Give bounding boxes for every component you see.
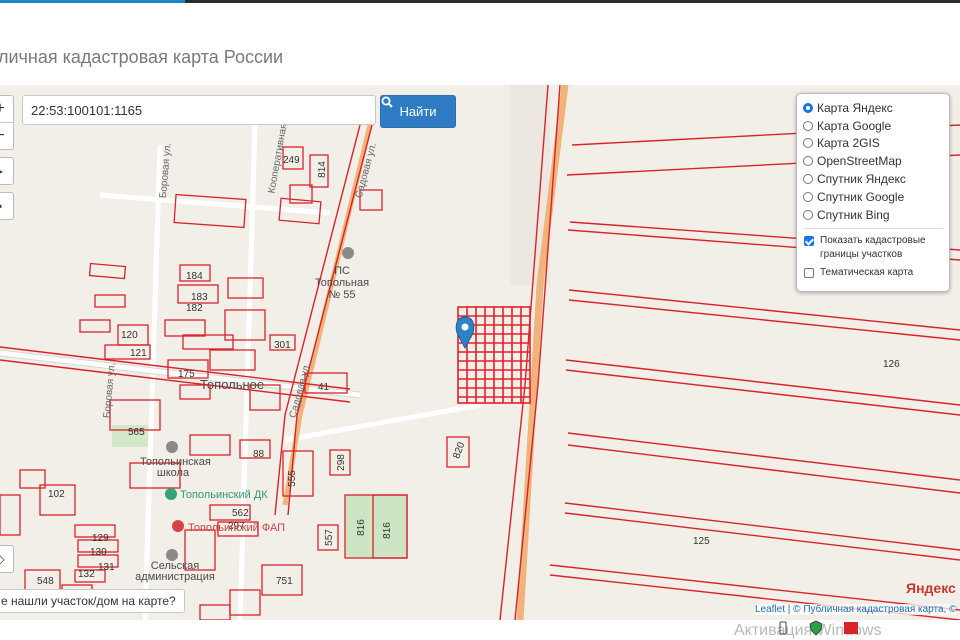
green-lot [345, 495, 407, 558]
parcel-label: 249 [283, 155, 300, 166]
parcel-label: 562 [232, 508, 249, 519]
shield-icon[interactable] [808, 620, 824, 636]
parcel-label: 816 [381, 522, 393, 539]
layer-label: Карта Яндекс [817, 100, 893, 115]
search-button[interactable]: Найти [380, 95, 456, 128]
layer-label: Спутник Google [817, 189, 905, 204]
yandex-logo: Яндекс [906, 580, 956, 596]
parcel-label: 301 [274, 340, 291, 351]
layer-option-google-satellite[interactable]: Спутник Google [803, 188, 943, 206]
parcel-label: 557 [323, 529, 335, 546]
page-title: личная кадастровая карта России [0, 47, 284, 67]
zoom-control: + − [0, 95, 14, 150]
place-label: Топольинская школа [140, 456, 211, 479]
parcel-label: 126 [883, 359, 900, 370]
radio-icon[interactable] [803, 209, 813, 220]
parcel-label: 548 [37, 576, 54, 587]
layer-option-google-map[interactable]: Карта Google [803, 117, 943, 135]
parcel-label: 816 [355, 519, 367, 536]
parcel-label: 121 [130, 348, 147, 359]
search-button-label: Найти [399, 104, 437, 119]
layer-option-osm[interactable]: OpenStreetMap [803, 152, 943, 170]
parcel-label: 132 [78, 569, 95, 580]
parcel-label: 184 [186, 271, 203, 282]
radio-icon[interactable] [803, 191, 813, 202]
zoom-out-button[interactable]: − [0, 123, 13, 149]
radio-icon[interactable] [803, 174, 813, 185]
checkbox-icon[interactable] [804, 267, 814, 278]
search-icon [381, 96, 393, 108]
zoom-in-button[interactable]: + [0, 96, 13, 123]
layer-label: Карта Google [817, 118, 892, 133]
radio-icon[interactable] [803, 138, 813, 149]
overlay-option-thematic[interactable]: Тематическая карта [803, 266, 943, 280]
parcel-label: 129 [92, 533, 109, 544]
parcel-label: 88 [253, 449, 265, 460]
parcel-label: 130 [90, 547, 107, 558]
parcel-label: 131 [98, 562, 115, 573]
substation-icon [342, 247, 354, 259]
place-label: Топольное [200, 377, 265, 392]
culture-house-icon [165, 488, 177, 500]
parcel-label: 41 [318, 382, 330, 393]
checkbox-icon[interactable] [804, 235, 814, 246]
not-found-button[interactable]: е нашли участок/дом на карте? [0, 589, 185, 613]
layers-divider [803, 227, 943, 229]
place-label: Сельская администрация [135, 560, 215, 583]
place-label: ПС Топольная № 55 [314, 265, 370, 301]
overlay-label: Тематическая карта [820, 266, 914, 278]
parcel-label: 751 [276, 576, 293, 587]
radio-icon[interactable] [803, 102, 813, 113]
radio-icon[interactable] [803, 120, 813, 131]
parcel-label: 120 [121, 330, 138, 341]
layer-label: Спутник Bing [817, 207, 890, 222]
school-icon [166, 441, 178, 453]
hospital-icon [172, 520, 184, 532]
parcel-label: 183 [191, 292, 208, 303]
draw-icon[interactable]: ◇ [0, 545, 14, 573]
parcel-label: 175 [178, 369, 195, 380]
parcel-label: 814 [316, 161, 328, 178]
app-tray-icon[interactable] [843, 620, 859, 636]
radio-icon[interactable] [803, 156, 813, 167]
fullscreen-icon[interactable]: ▪ [0, 192, 14, 220]
place-label: Топольинский ДК [180, 489, 268, 501]
parcel-label: 298 [335, 454, 347, 471]
layer-option-yandex-satellite[interactable]: Спутник Яндекс [803, 170, 943, 188]
search-input[interactable] [22, 95, 376, 125]
top-bar-accent [0, 0, 185, 3]
overlay-option-cadastral[interactable]: Показать кадастровые границы участков [803, 234, 943, 262]
layer-label: Спутник Яндекс [817, 172, 906, 187]
layer-option-2gis-map[interactable]: Карта 2GIS [803, 135, 943, 153]
layer-option-bing-satellite[interactable]: Спутник Bing [803, 206, 943, 224]
parcel-label: 555 [286, 470, 298, 487]
parcel-label: 102 [48, 489, 65, 500]
layer-label: Карта 2GIS [817, 136, 880, 151]
parcel-label: 125 [693, 536, 710, 547]
layer-label: OpenStreetMap [817, 154, 902, 169]
overlay-label: Показать кадастровые границы участков [820, 234, 926, 260]
usb-icon[interactable] [775, 620, 791, 636]
place-label: Топольинский ФАП [188, 522, 286, 534]
map-attribution[interactable]: Leaflet | © Публичная кадастровая карта,… [755, 604, 957, 615]
layers-control: Карта Яндекс Карта Google Карта 2GIS Ope… [796, 93, 950, 292]
parcel-label: 565 [128, 427, 145, 438]
map-view[interactable]: 249 814 184 183 182 120 121 175 301 41 5… [0, 85, 960, 620]
locate-icon[interactable]: ▸ [0, 157, 14, 185]
parcel-label: 182 [186, 303, 203, 314]
layer-option-yandex-map[interactable]: Карта Яндекс [803, 99, 943, 117]
